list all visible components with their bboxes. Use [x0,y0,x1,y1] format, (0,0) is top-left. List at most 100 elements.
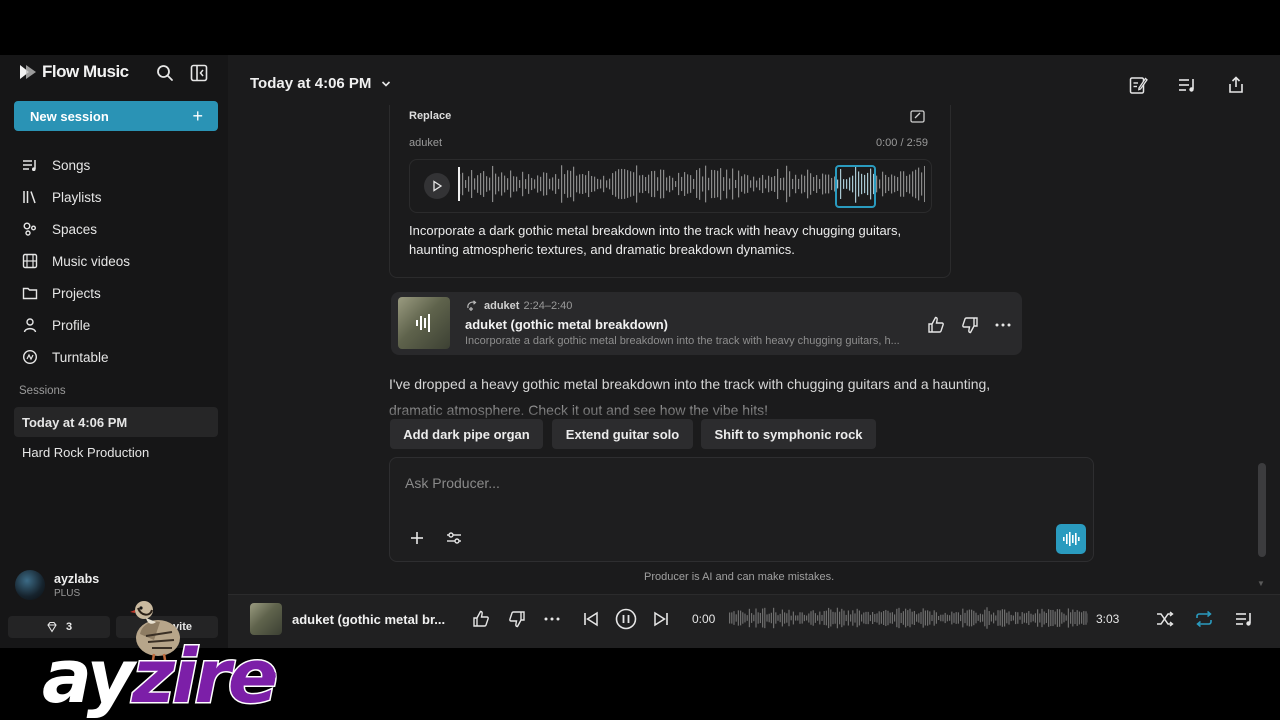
sidebar-item-label: Profile [52,317,91,333]
next-track-icon[interactable] [651,609,671,629]
waveform-bar [861,614,863,622]
replace-edit-icon[interactable] [910,109,926,123]
sidebar-item-turntable[interactable]: Turntable [0,341,228,373]
thumbs-up-icon[interactable] [926,315,946,335]
session-title-dropdown[interactable]: Today at 4:06 PM [250,75,391,92]
waveform-bar [1070,612,1072,624]
waveform-bar [938,615,940,621]
waveform-bar [753,614,755,622]
sidebar-item-profile[interactable]: Profile [0,309,228,341]
waveform-bar [462,172,464,196]
waveform-bar [1085,611,1087,625]
sidebar-item-songs[interactable]: Songs [0,149,228,181]
collapse-sidebar-icon[interactable] [189,63,209,83]
suggestion-chip-solo[interactable]: Extend guitar solo [552,419,693,449]
credits-count: 3 [65,621,73,633]
waveform-bar [819,611,821,625]
waveform-bar [797,615,799,621]
pause-icon[interactable] [615,608,637,630]
play-button[interactable] [424,173,450,199]
previous-track-icon[interactable] [581,609,601,629]
waveform-bar [746,615,748,621]
repeat-icon[interactable] [1194,609,1214,629]
suggestion-chip-organ[interactable]: Add dark pipe organ [390,419,543,449]
session-item-today[interactable]: Today at 4:06 PM [14,407,218,437]
waveform-bar [798,178,800,190]
add-attachment-icon[interactable] [408,529,426,547]
waveform-bar [792,611,794,625]
current-time: 0:00 [692,612,716,626]
queue-icon[interactable] [1177,75,1197,95]
sidebar-item-spaces[interactable]: Spaces [0,213,228,245]
waveform-bar [942,614,944,622]
waveform-bar [916,614,918,622]
waveform-bar [792,178,794,190]
waveform-bar [516,176,518,192]
waveform-bar [913,610,915,626]
session-item-hard-rock[interactable]: Hard Rock Production [14,437,218,467]
sidebar-item-music-videos[interactable]: Music videos [0,245,228,277]
waveform-bar [720,168,722,200]
playhead[interactable] [458,167,460,201]
new-session-button[interactable]: New session + [14,101,218,131]
sidebar-item-playlists[interactable]: Playlists [0,181,228,213]
waveform-bar [1065,615,1067,621]
scroll-down-arrow[interactable]: ▼ [1257,579,1265,588]
search-icon[interactable] [155,63,175,83]
waveform-bar [1015,611,1017,625]
waveform-bar [841,608,843,628]
waveform-bar [821,614,823,622]
result-title: aduket (gothic metal breakdown) [465,317,668,332]
voice-input-button[interactable] [1056,524,1086,554]
player-thumbs-down-icon[interactable] [507,609,527,629]
player-thumbs-up-icon[interactable] [471,609,491,629]
waveform-bar [786,613,788,623]
waveform-bar [764,607,766,629]
waveform-bar [471,170,473,198]
waveform-bar [912,171,914,197]
waveform-bar [495,173,497,195]
player-waveform-seekbar[interactable] [728,605,1088,633]
waveform-bar [927,610,929,626]
share-icon[interactable] [1226,75,1246,95]
waveform-bar [951,611,953,625]
waveform-bar [747,175,749,193]
more-options-icon[interactable] [993,315,1013,335]
result-description: Incorporate a dark gothic metal breakdow… [465,335,900,347]
brand[interactable]: Flow Music [18,62,129,82]
player-queue-icon[interactable] [1234,609,1254,629]
waveform-bar [723,177,725,191]
player-title[interactable]: aduket (gothic metal br... [292,612,445,627]
thumbs-down-icon[interactable] [960,315,980,335]
waveform-bar [907,610,909,626]
waveform-bar [742,612,744,624]
suggestion-chip-symphonic[interactable]: Shift to symphonic rock [701,419,876,449]
waveform-bar [1059,609,1061,627]
composer-input[interactable]: Ask Producer... [405,475,500,491]
scrollbar-thumb[interactable] [1258,463,1266,557]
settings-sliders-icon[interactable] [445,529,463,547]
result-range: 2:24–2:40 [523,300,573,312]
waveform-bar [880,612,882,624]
waveform-selection-handle[interactable] [835,165,876,208]
waveform-bar [949,615,951,621]
songs-icon [23,160,36,171]
waveform-bar [582,174,584,194]
waveform-bar [810,611,812,625]
waveform-bar [876,613,878,623]
sidebar-item-projects[interactable]: Projects [0,277,228,309]
waveform-bar [1030,613,1032,623]
waveform-bar [651,171,653,197]
waveform-bar [690,175,692,193]
waveform-bar [510,170,512,198]
waveform-bar [921,172,923,196]
user-profile[interactable]: ayzlabs PLUS [15,570,99,600]
waveform-bar [891,612,893,624]
player-more-icon[interactable] [542,609,562,629]
chevron-down-icon [382,80,391,87]
composer[interactable] [389,457,1094,562]
shuffle-icon[interactable] [1155,609,1175,629]
edit-notes-icon[interactable] [1128,75,1148,95]
waveform-bar [817,615,819,621]
waveform-bar [486,176,488,192]
